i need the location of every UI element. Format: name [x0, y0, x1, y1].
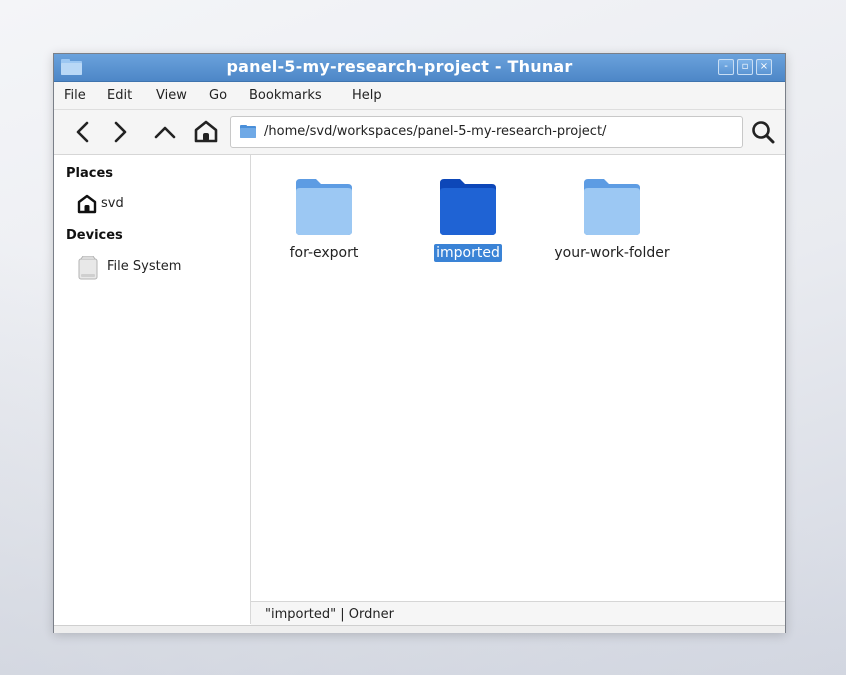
menu-go[interactable]: Go [209, 88, 227, 103]
sidebar-item-label: svd [101, 196, 124, 211]
sidebar-heading-devices: Devices [66, 228, 123, 243]
location-bar[interactable]: /home/svd/workspaces/panel-5-my-research… [230, 116, 743, 148]
file-view[interactable]: for-export imported your-work-folder [251, 155, 785, 601]
folder-item-imported[interactable]: imported [398, 175, 538, 275]
home-button[interactable] [191, 117, 221, 147]
folder-icon [440, 179, 496, 235]
menu-file[interactable]: File [64, 88, 86, 103]
sidebar: Places svd Devices File System [54, 155, 251, 624]
folder-item-your-work-folder[interactable]: your-work-folder [542, 175, 682, 275]
sidebar-item-file-system[interactable]: File System [78, 256, 228, 280]
search-icon [752, 121, 775, 144]
forward-button[interactable] [105, 117, 135, 147]
folder-icon [296, 179, 352, 235]
menu-view[interactable]: View [156, 88, 187, 103]
drive-icon [78, 256, 98, 280]
maximize-button[interactable]: ▫ [737, 59, 753, 75]
folder-name: imported [398, 244, 538, 262]
toolbar: /home/svd/workspaces/panel-5-my-research… [54, 110, 785, 155]
back-button[interactable] [68, 117, 98, 147]
folder-name: your-work-folder [554, 245, 670, 261]
folder-icon [240, 125, 256, 138]
sidebar-heading-places: Places [66, 166, 114, 181]
window-title: panel-5-my-research-project - Thunar [226, 57, 573, 76]
close-button[interactable]: × [756, 59, 772, 75]
folder-name: for-export [289, 245, 359, 261]
chevron-up-icon [154, 126, 176, 139]
file-manager-window: panel-5-my-research-project - Thunar - ▫… [53, 53, 786, 633]
folder-item-for-export[interactable]: for-export [254, 175, 394, 275]
minimize-button[interactable]: - [718, 59, 734, 75]
up-button[interactable] [150, 117, 180, 147]
home-icon [77, 194, 97, 214]
menu-bookmarks[interactable]: Bookmarks [249, 88, 322, 103]
chevron-left-icon [76, 121, 89, 143]
folder-icon [584, 179, 640, 235]
menu-bar: File Edit View Go Bookmarks Help [54, 82, 785, 110]
chevron-right-icon [114, 121, 127, 143]
location-path: /home/svd/workspaces/panel-5-my-research… [264, 124, 607, 139]
status-bar: "imported" | Ordner [251, 601, 785, 626]
selected-folder-label: imported [434, 244, 502, 262]
window-bottom-edge [54, 625, 785, 633]
sidebar-item-svd[interactable]: svd [76, 193, 196, 215]
search-button[interactable] [749, 118, 777, 146]
sidebar-item-label: File System [107, 259, 182, 274]
menu-edit[interactable]: Edit [107, 88, 132, 103]
home-icon [194, 120, 218, 143]
status-text: "imported" | Ordner [265, 607, 394, 622]
menu-help[interactable]: Help [352, 88, 382, 103]
title-bar[interactable]: panel-5-my-research-project - Thunar - ▫… [54, 54, 785, 82]
folder-icon [61, 59, 82, 75]
